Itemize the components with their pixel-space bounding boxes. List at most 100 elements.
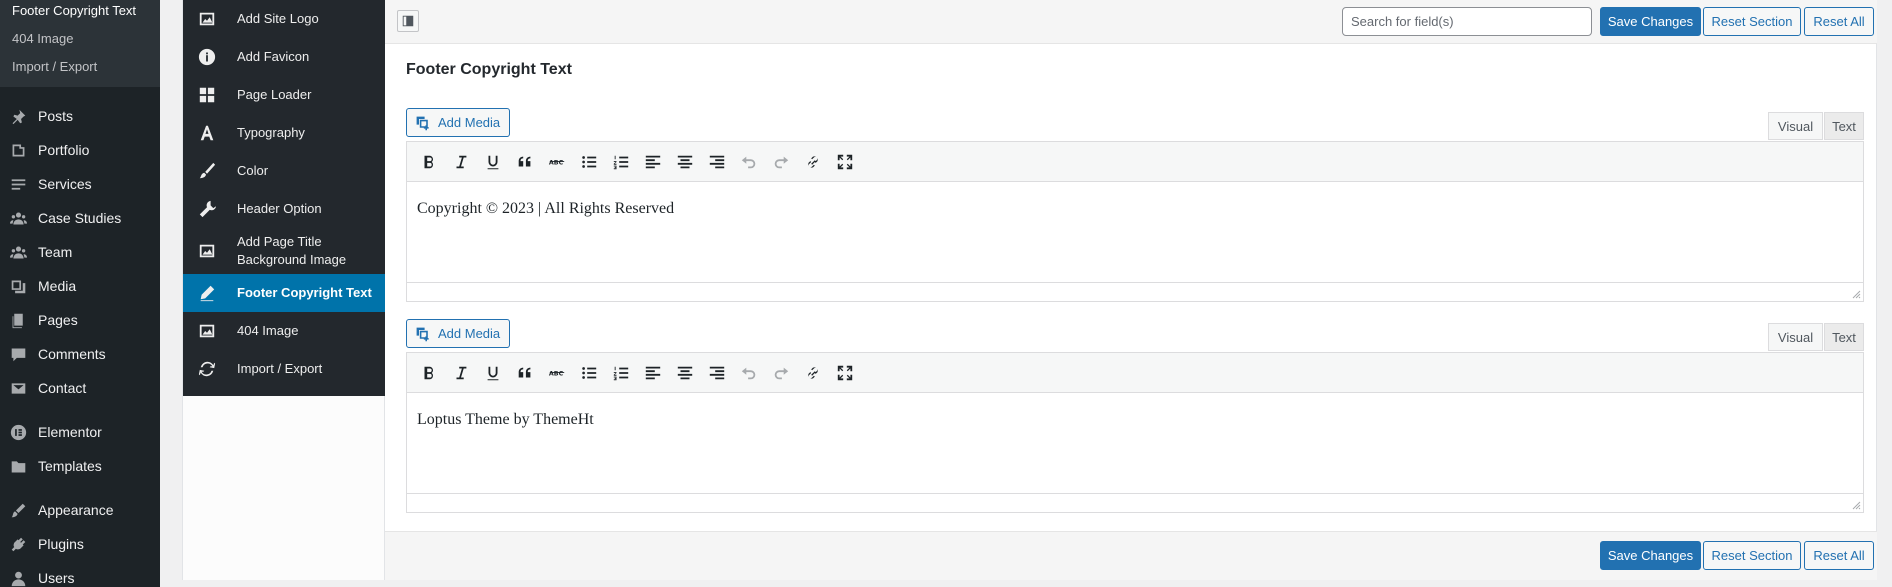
menu-label: Services: [38, 176, 92, 192]
underline-button[interactable]: [477, 358, 509, 388]
pages-icon: [9, 311, 27, 329]
align-center-button[interactable]: [669, 147, 701, 177]
fullscreen-button[interactable]: [829, 358, 861, 388]
text-tab[interactable]: Text: [1824, 112, 1864, 140]
visual-tab[interactable]: Visual: [1768, 323, 1823, 351]
save-changes-button[interactable]: Save Changes: [1600, 7, 1701, 36]
numbered-list-button[interactable]: [605, 358, 637, 388]
reset-all-button[interactable]: Reset All: [1804, 541, 1874, 570]
admin-sidebar: Footer Copyright Text 404 Image Import /…: [0, 0, 160, 587]
menu-item-comments[interactable]: Comments: [0, 337, 160, 371]
menu-label: Posts: [38, 108, 74, 124]
menu-label: Appearance: [38, 502, 114, 518]
menu-item-appearance[interactable]: Appearance: [0, 493, 160, 527]
image-icon: [197, 9, 217, 29]
comment-icon: [9, 345, 27, 363]
section-item-import-export[interactable]: Import / Export: [183, 350, 385, 388]
reset-section-button[interactable]: Reset Section: [1703, 541, 1801, 570]
expand-options-button[interactable]: [397, 10, 419, 32]
strikethrough-button[interactable]: ABC: [541, 358, 573, 388]
menu-item-services[interactable]: Services: [0, 167, 160, 201]
redo-button[interactable]: [765, 358, 797, 388]
align-right-button[interactable]: [701, 147, 733, 177]
align-left-button[interactable]: [637, 147, 669, 177]
list-icon: [9, 175, 27, 193]
editor-content-area[interactable]: Loptus Theme by ThemeHt: [406, 393, 1864, 494]
section-item-page-loader[interactable]: Page Loader: [183, 76, 385, 114]
menu-item-contact[interactable]: Contact: [0, 371, 160, 405]
menu-item-users[interactable]: Users: [0, 561, 160, 587]
undo-button[interactable]: [733, 147, 765, 177]
section-item-add-site-logo[interactable]: Add Site Logo: [183, 0, 385, 38]
bullet-list-button[interactable]: [573, 358, 605, 388]
italic-button[interactable]: [445, 147, 477, 177]
menu-label: Comments: [38, 346, 106, 362]
reset-all-button[interactable]: Reset All: [1804, 7, 1874, 36]
bold-button[interactable]: [413, 358, 445, 388]
copyright-editor: Add Media Visual Text ABC Copyright © 20…: [406, 108, 1864, 304]
text-tab[interactable]: Text: [1824, 323, 1864, 351]
brush-icon: [197, 161, 217, 181]
section-item-color[interactable]: Color: [183, 152, 385, 190]
strikethrough-button[interactable]: ABC: [541, 147, 573, 177]
menu-label: Elementor: [38, 424, 102, 440]
align-left-button[interactable]: [637, 358, 669, 388]
fullscreen-button[interactable]: [829, 147, 861, 177]
options-footer: Save Changes Reset Section Reset All: [385, 531, 1877, 580]
insert-link-button[interactable]: [797, 358, 829, 388]
resize-grip-icon[interactable]: [1851, 289, 1861, 299]
section-item-typography[interactable]: Typography: [183, 114, 385, 152]
add-media-button[interactable]: Add Media: [406, 319, 510, 348]
underline-button[interactable]: [477, 147, 509, 177]
save-changes-button[interactable]: Save Changes: [1600, 541, 1701, 570]
redo-button[interactable]: [765, 147, 797, 177]
menu-item-portfolio[interactable]: Portfolio: [0, 133, 160, 167]
submenu-item-404-image[interactable]: 404 Image: [0, 28, 160, 56]
blockquote-button[interactable]: [509, 147, 541, 177]
editor-content-area[interactable]: Copyright © 2023 | All Rights Reserved: [406, 182, 1864, 283]
menu-item-posts[interactable]: Posts: [0, 99, 160, 133]
bold-button[interactable]: [413, 147, 445, 177]
menu-label: Templates: [38, 458, 102, 474]
menu-item-pages[interactable]: Pages: [0, 303, 160, 337]
align-left-icon: [645, 366, 661, 379]
resize-grip-icon[interactable]: [1851, 500, 1861, 510]
group-icon: [9, 209, 27, 227]
bold-icon: [424, 366, 433, 379]
menu-item-templates[interactable]: Templates: [0, 449, 160, 483]
strikethrough-icon: ABC: [549, 159, 565, 166]
menu-item-media[interactable]: Media: [0, 269, 160, 303]
align-center-button[interactable]: [669, 358, 701, 388]
section-item-add-page-title-bg[interactable]: Add Page Title Background Image: [183, 228, 385, 274]
submenu-item-import-export[interactable]: Import / Export: [0, 56, 160, 84]
menu-item-team[interactable]: Team: [0, 235, 160, 269]
blockquote-button[interactable]: [509, 358, 541, 388]
reset-section-button[interactable]: Reset Section: [1703, 7, 1801, 36]
insert-link-button[interactable]: [797, 147, 829, 177]
add-media-button[interactable]: Add Media: [406, 108, 510, 137]
bullet-list-button[interactable]: [573, 147, 605, 177]
numbered-list-button[interactable]: [605, 147, 637, 177]
section-item-add-favicon[interactable]: Add Favicon: [183, 38, 385, 76]
strikethrough-icon: ABC: [549, 370, 565, 377]
submenu-item-footer-copyright[interactable]: Footer Copyright Text: [0, 0, 160, 28]
menu-item-elementor[interactable]: Elementor: [0, 415, 160, 449]
menu-item-plugins[interactable]: Plugins: [0, 527, 160, 561]
theme-credit-editor: Add Media Visual Text ABC Loptus Theme b…: [406, 319, 1864, 515]
section-item-footer-copyright[interactable]: Footer Copyright Text: [183, 274, 385, 312]
undo-button[interactable]: [733, 358, 765, 388]
italic-icon: [456, 366, 467, 379]
refresh-icon: [197, 359, 217, 379]
search-fields-input[interactable]: [1342, 7, 1592, 36]
menu-item-case-studies[interactable]: Case Studies: [0, 201, 160, 235]
align-right-button[interactable]: [701, 358, 733, 388]
section-item-404-image[interactable]: 404 Image: [183, 312, 385, 350]
menu-separator: [0, 483, 160, 493]
visual-tab[interactable]: Visual: [1768, 112, 1823, 140]
section-item-header-option[interactable]: Header Option: [183, 190, 385, 228]
add-media-icon: [416, 116, 429, 130]
italic-button[interactable]: [445, 358, 477, 388]
menu-label: Media: [38, 278, 77, 294]
tool-icon: [197, 199, 217, 219]
add-media-icon: [416, 327, 429, 341]
